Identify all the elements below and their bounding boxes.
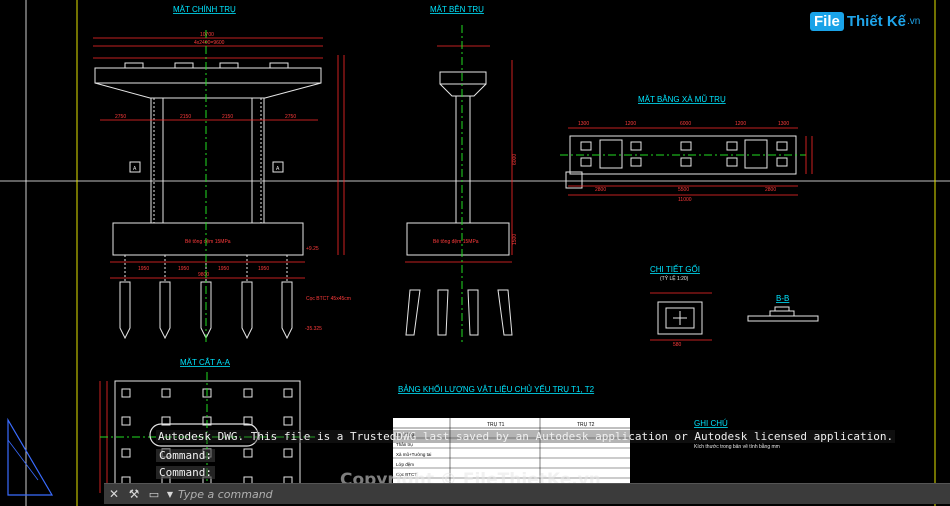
svg-text:TRỤ T1: TRỤ T1 — [487, 422, 505, 428]
pile-section — [283, 416, 293, 426]
svg-text:580: 580 — [673, 342, 682, 348]
pile-section — [161, 388, 171, 398]
command-history-line: Command: — [156, 449, 215, 462]
title-bearing-detail: CHI TIẾT GỐI — [650, 264, 700, 274]
pile-section — [121, 388, 131, 398]
svg-text:1950: 1950 — [258, 266, 269, 272]
bearing-pad — [580, 157, 592, 167]
title-side-elevation: MẶT BÊN TRỤ — [430, 5, 484, 14]
pile — [119, 281, 131, 340]
title-section-bb: B-B — [776, 294, 789, 303]
bearing-pad — [680, 157, 692, 167]
logo-thietke: Thiết Kế — [846, 13, 907, 30]
command-line-icon[interactable]: ▭ — [144, 488, 164, 501]
bearing-detail: 580 — [650, 292, 712, 348]
title-cap-plan: MẶT BẰNG XÀ MŨ TRỤ — [638, 95, 726, 104]
table-row-label: Xà mũ+Tường tai — [396, 452, 431, 457]
svg-text:Cọc BTCT 45x45cm: Cọc BTCT 45x45cm — [306, 296, 351, 302]
bearing-pad — [776, 141, 788, 151]
svg-text:1200: 1200 — [735, 121, 746, 127]
pile — [159, 281, 171, 340]
pile-section — [121, 416, 131, 426]
command-history-line: Command: — [156, 466, 215, 479]
bearing-pad — [630, 157, 642, 167]
svg-text:10700: 10700 — [200, 32, 214, 38]
wrench-icon[interactable]: ⚒ — [124, 487, 144, 501]
svg-text:6000: 6000 — [512, 154, 518, 165]
section-bb — [747, 306, 819, 322]
svg-text:1300: 1300 — [778, 121, 789, 127]
svg-text:2800: 2800 — [595, 187, 606, 193]
bearing-pad — [726, 157, 738, 167]
svg-text:2750: 2750 — [115, 114, 126, 120]
svg-text:9800: 9800 — [198, 272, 209, 278]
title-notes: GHI CHÚ — [694, 419, 728, 428]
pile-section — [283, 388, 293, 398]
svg-text:TRỤ T2: TRỤ T2 — [577, 422, 595, 428]
svg-text:5500: 5500 — [678, 187, 689, 193]
table-row-label: Lớp đệm — [396, 462, 414, 467]
pile-section — [243, 448, 253, 458]
bearing-pad — [580, 141, 592, 151]
bearing-pad — [680, 141, 692, 151]
svg-text:6000: 6000 — [680, 121, 691, 127]
svg-text:1500: 1500 — [512, 234, 518, 245]
pile-section — [283, 448, 293, 458]
pile-section — [243, 388, 253, 398]
svg-text:1950: 1950 — [178, 266, 189, 272]
pile — [241, 281, 253, 340]
svg-text:1950: 1950 — [218, 266, 229, 272]
title-quantity-table: BẢNG KHỐI LƯỢNG VẬT LIỆU CHỦ YẾU TRỤ T1,… — [398, 384, 595, 394]
chevron-down-icon[interactable]: ▼ — [164, 490, 176, 499]
title-front-elevation: MẶT CHÍNH TRỤ — [173, 5, 236, 14]
svg-text:A: A — [133, 166, 137, 172]
pile-section — [121, 448, 131, 458]
bearing-pad — [630, 141, 642, 151]
bearing-pad — [776, 157, 788, 167]
filethietke-logo: File Thiết Kế .vn — [810, 12, 920, 31]
trusted-dwg-notice: Autodesk DWG. This file is a TrustedDWG … — [156, 430, 896, 443]
svg-text:11000: 11000 — [678, 197, 692, 203]
svg-text:2150: 2150 — [222, 114, 233, 120]
svg-text:+9.25: +9.25 — [306, 246, 319, 252]
svg-text:2800: 2800 — [765, 187, 776, 193]
svg-text:Bê tông đệm 15MPa: Bê tông đệm 15MPa — [185, 239, 231, 245]
svg-text:1300: 1300 — [578, 121, 589, 127]
cap-plan: 1300 1200 6000 1200 1300 2800 5500 2800 … — [560, 121, 813, 203]
close-icon[interactable]: ✕ — [104, 487, 124, 501]
svg-text:-35.325: -35.325 — [305, 326, 322, 332]
ucs-icon — [7, 417, 54, 496]
bearing-scale: (TỶ LỆ 1:20) — [660, 274, 689, 282]
svg-text:1200: 1200 — [625, 121, 636, 127]
svg-text:2750: 2750 — [285, 114, 296, 120]
command-input[interactable] — [176, 486, 780, 502]
logo-file: File — [810, 12, 844, 31]
title-section-aa: MẶT CẮT A-A — [180, 358, 231, 367]
svg-text:1950: 1950 — [138, 266, 149, 272]
logo-vn: .vn — [907, 16, 921, 27]
notes-line: Kích thước trong bản vẽ tính bằng mm — [694, 443, 780, 450]
svg-text:4x2400=9600: 4x2400=9600 — [194, 40, 225, 46]
bearing-pad — [726, 141, 738, 151]
svg-text:A: A — [276, 166, 280, 172]
svg-text:2150: 2150 — [180, 114, 191, 120]
front-elevation: 10700 4x2400=9600 2750 2150 2150 2750 A … — [93, 32, 351, 332]
command-bar: ✕ ⚒ ▭ ▼ — [104, 483, 950, 504]
cap-plan-bearings — [580, 141, 788, 167]
svg-text:Bê tông đệm 15MPa: Bê tông đệm 15MPa — [433, 239, 479, 245]
pile — [281, 281, 293, 340]
